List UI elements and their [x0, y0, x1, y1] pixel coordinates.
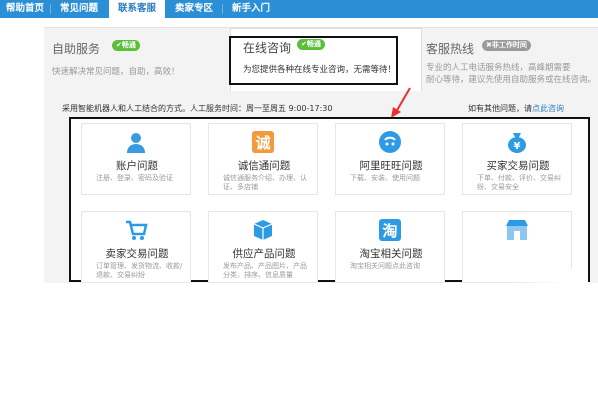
more-questions: 如有其他问题，请点此咨询	[468, 103, 564, 114]
svg-text:诚: 诚	[255, 134, 270, 152]
self-service-desc: 快速解决常见问题，自助，高效！	[52, 67, 180, 77]
shop-icon	[506, 220, 528, 240]
status-badge: ✔畅通	[297, 39, 325, 50]
online-consult-tab[interactable]: 在线咨询 ✔畅通 为您提供各种在线专业咨询，无需等待！	[230, 28, 422, 91]
tao-icon: 淘	[379, 219, 401, 241]
card-chengxintong[interactable]: 诚 诚信通问题 诚信通服务介绍、办理、认证、多店铺	[208, 123, 318, 195]
status-badge: ✔畅通	[112, 40, 140, 51]
card-title: 淘宝相关问题	[359, 248, 423, 260]
card-title: 供应产品问题	[232, 248, 296, 260]
hotline-desc-line1: 专业的人工电话服务热线，高峰期需要	[426, 63, 571, 73]
top-nav: 帮助首页 常见问题 联系客服 卖家专区 新手入门	[0, 0, 598, 18]
card-buyer-trade[interactable]: ¥ 买家交易问题 下单、付款、评价、交易纠纷、交易安全	[462, 123, 572, 195]
wangwang-icon	[379, 131, 401, 153]
money-bag-icon: ¥	[508, 133, 526, 153]
self-service-tab[interactable]: 自助服务 ✔畅通 快速解决常见问题，自助，高效！	[44, 28, 230, 90]
hotline-desc-line2: 耐心等待，建议先使用自助服务或在线咨询。	[426, 75, 597, 85]
card-title: 买家交易问题	[486, 160, 550, 172]
svg-text:¥: ¥	[514, 141, 521, 152]
cart-icon	[126, 220, 148, 240]
cheng-icon: 诚	[252, 131, 274, 153]
consult-link[interactable]: 点此咨询	[532, 104, 564, 113]
tab-newbie-guide[interactable]: 新手入门	[223, 0, 279, 18]
card-desc: 注册、登录、密码及验证	[96, 174, 173, 182]
self-service-title: 自助服务	[52, 42, 101, 56]
svg-text:淘: 淘	[381, 222, 397, 240]
fade-overlay	[508, 269, 588, 403]
card-desc: 下单、付款、评价、交易纠纷、交易安全	[477, 174, 561, 191]
hotline-tab[interactable]: 客服热线 ✖非工作时间 专业的人工电话服务热线，高峰期需要 耐心等待，建议先使用…	[420, 28, 598, 90]
box-icon	[253, 220, 273, 240]
card-title: 诚信通问题	[237, 160, 291, 172]
service-hours-text: 采用智能机器人和人工结合的方式。人工服务时间：周一至周五 9:00-17:30	[62, 104, 333, 113]
user-icon	[127, 133, 145, 153]
card-supply-product[interactable]: 供应产品问题 发布产品、产品图片、产品分类、排序、信息质量	[208, 211, 318, 283]
card-taobao[interactable]: 淘 淘宝相关问题 淘宝相关问题点此咨询	[335, 211, 445, 283]
card-seller-trade[interactable]: 卖家交易问题 订单管理、发货物流、收款/退款、交易纠纷	[81, 211, 191, 283]
card-title: 卖家交易问题	[105, 248, 169, 260]
online-consult-desc: 为您提供各种在线专业咨询，无需等待！	[243, 65, 397, 75]
category-grid: 账户问题 注册、登录、密码及验证 诚 诚信通问题 诚信通服务介绍、办理、认证、多…	[69, 117, 590, 403]
card-account[interactable]: 账户问题 注册、登录、密码及验证	[81, 123, 191, 195]
arrow-icon	[391, 87, 411, 118]
card-desc: 淘宝相关问题点此咨询	[350, 262, 420, 270]
tab-faq[interactable]: 常见问题	[51, 0, 107, 18]
card-title: 账户问题	[116, 160, 158, 172]
online-consult-title: 在线咨询	[243, 41, 292, 55]
card-desc: 下载、安装、使用问题	[350, 174, 420, 182]
card-title: 阿里旺旺问题	[359, 160, 423, 172]
tab-contact-support[interactable]: 联系客服	[109, 0, 165, 18]
tab-seller-zone[interactable]: 卖家专区	[166, 0, 222, 18]
card-desc: 订单管理、发货物流、收款/退款、交易纠纷	[96, 262, 183, 279]
status-badge: ✖非工作时间	[482, 40, 531, 51]
hotline-title: 客服热线	[426, 42, 475, 56]
tab-help-home[interactable]: 帮助首页	[0, 0, 50, 18]
more-questions-prefix: 如有其他问题，请	[468, 104, 532, 113]
card-desc: 发布产品、产品图片、产品分类、排序、信息质量	[223, 262, 307, 279]
card-desc: 诚信通服务介绍、办理、认证、多店铺	[223, 174, 307, 191]
card-aliwangwang[interactable]: 阿里旺旺问题 下载、安装、使用问题	[335, 123, 445, 195]
